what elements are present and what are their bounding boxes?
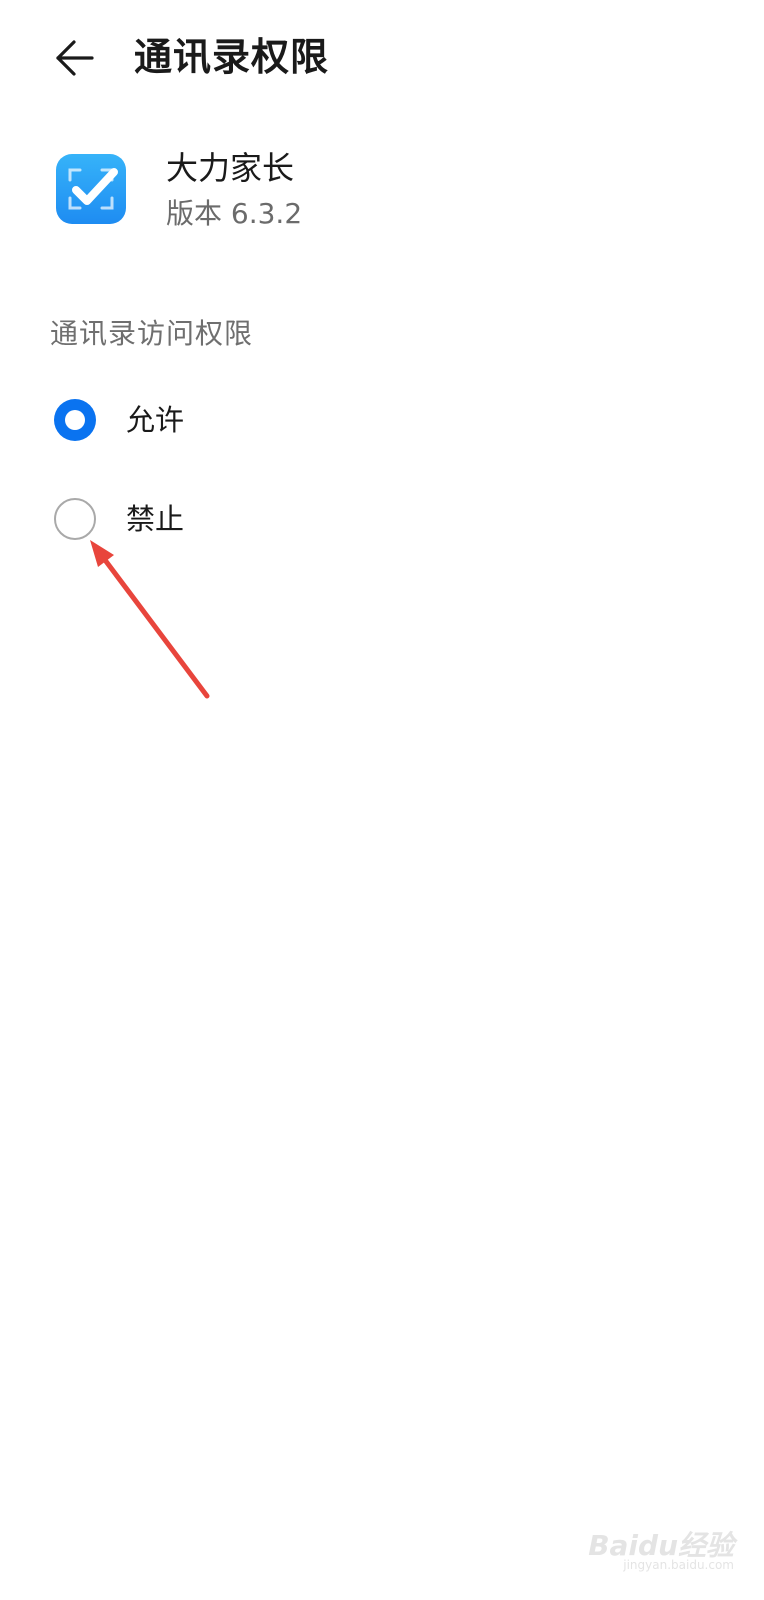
option-deny-label: 禁止	[126, 502, 185, 536]
radio-deny[interactable]	[54, 498, 96, 540]
radio-allow[interactable]	[54, 399, 96, 441]
watermark: Baidu经验 jingyan.baidu.com	[564, 1518, 734, 1578]
option-deny[interactable]: 禁止	[40, 479, 724, 559]
page-title: 通讯录权限	[134, 35, 330, 79]
back-button[interactable]	[46, 30, 102, 86]
app-version: 版本 6.3.2	[166, 197, 303, 230]
option-allow-label: 允许	[126, 403, 185, 437]
checkmark-scan-icon	[68, 168, 118, 210]
watermark-sub: jingyan.baidu.com	[623, 1558, 734, 1572]
arrow-left-icon	[56, 40, 94, 76]
app-name: 大力家长	[166, 149, 295, 187]
section-label: 通讯录访问权限	[50, 317, 254, 350]
app-bar: 通讯录权限	[0, 0, 764, 115]
app-info: 大力家长 版本 6.3.2	[0, 140, 764, 250]
option-allow[interactable]: 允许	[40, 380, 724, 460]
app-icon	[56, 154, 126, 224]
